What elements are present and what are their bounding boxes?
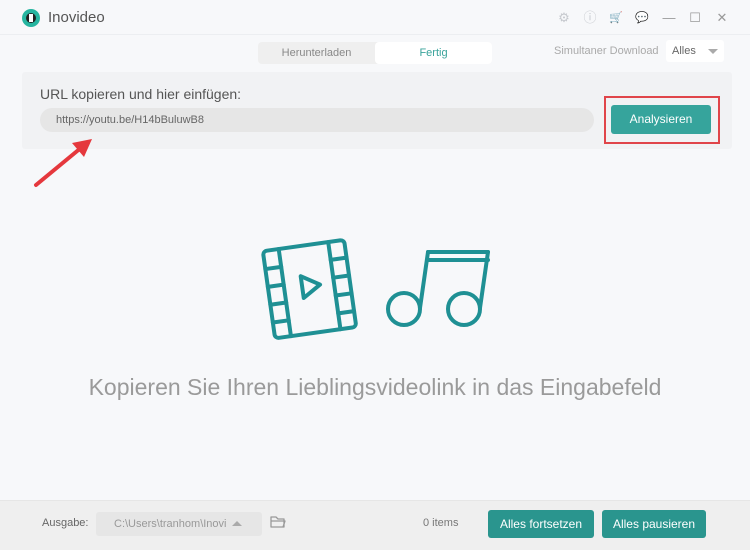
output-path-select[interactable]: C:\Users\tranhom\Inovi xyxy=(96,512,262,536)
maximize-icon[interactable]: ☐ xyxy=(687,10,703,26)
output-path-value: C:\Users\tranhom\Inovi xyxy=(114,518,227,530)
simultaneous-download-select[interactable]: Alles xyxy=(666,40,724,62)
minimize-icon[interactable]: — xyxy=(661,10,677,26)
cart-icon[interactable]: 🛒 xyxy=(608,10,624,26)
empty-state-hint: Kopieren Sie Ihren Lieblingsvideolink in… xyxy=(88,374,662,400)
url-input[interactable] xyxy=(40,108,594,132)
video-music-icon xyxy=(261,238,490,340)
close-icon[interactable]: ✕ xyxy=(714,10,730,26)
tab-fertig[interactable]: Fertig xyxy=(375,42,492,64)
tab-group: Herunterladen Fertig xyxy=(258,42,492,64)
app-title: Inovideo xyxy=(48,9,105,26)
chat-icon[interactable]: 💬 xyxy=(634,10,650,26)
url-label: URL kopieren und hier einfügen: xyxy=(40,86,242,102)
output-label: Ausgabe: xyxy=(42,517,89,529)
resume-all-button[interactable]: Alles fortsetzen xyxy=(488,510,594,538)
tab-herunterladen[interactable]: Herunterladen xyxy=(258,42,375,64)
items-count: 0 items xyxy=(423,517,459,529)
title-bar: Inovideo ⚙ ⓘ 🛒 💬 — ☐ ✕ xyxy=(0,0,750,35)
app-logo-icon xyxy=(22,9,40,27)
simultaneous-download-value: Alles xyxy=(672,45,696,57)
pause-all-button[interactable]: Alles pausieren xyxy=(602,510,706,538)
chevron-up-icon xyxy=(232,521,242,526)
analyze-button[interactable]: Analysieren xyxy=(611,105,711,134)
gear-icon[interactable]: ⚙ xyxy=(556,10,572,26)
chevron-down-icon xyxy=(708,49,718,54)
annotation-arrow-icon xyxy=(34,139,92,187)
simultaneous-download-label: Simultaner Download xyxy=(554,45,659,57)
folder-icon[interactable] xyxy=(270,515,286,529)
info-icon[interactable]: ⓘ xyxy=(582,10,598,26)
